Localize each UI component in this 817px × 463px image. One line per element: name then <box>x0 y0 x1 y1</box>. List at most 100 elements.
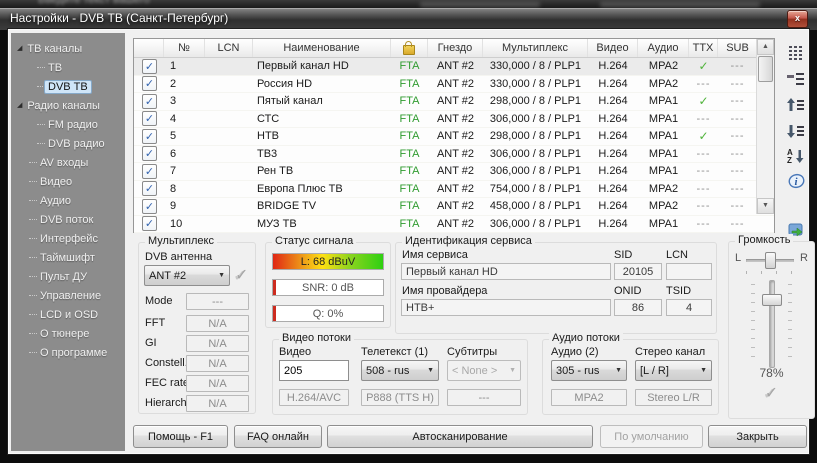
volume-apply-check-icon[interactable]: ✓ <box>729 383 814 403</box>
channel-checkbox[interactable]: ✓ <box>142 76 157 91</box>
sid-label: SID <box>614 249 632 261</box>
cell-video: H.264 <box>588 200 638 212</box>
scroll-down-icon[interactable]: ▼ <box>757 198 774 214</box>
subtitles-select[interactable]: < None > ▼ <box>447 360 521 381</box>
channel-checkbox[interactable]: ✓ <box>142 59 157 74</box>
balance-left-label: L <box>735 252 741 264</box>
channel-info-icon[interactable]: i <box>784 172 808 190</box>
volume-slider-ticks <box>751 284 755 364</box>
sidebar-item-label: DVB радио <box>48 138 105 150</box>
sidebar-item[interactable]: Аудио <box>11 191 125 210</box>
channel-row[interactable]: ✓4СТСFTAANT #2306,000 / 8 / PLP1H.264MPA… <box>134 111 774 129</box>
channel-checkbox[interactable]: ✓ <box>142 129 157 144</box>
channel-row[interactable]: ✓5НТВFTAANT #2298,000 / 8 / PLP1H.264MPA… <box>134 128 774 146</box>
channel-row[interactable]: ✓9BRIDGE TVFTAANT #2458,000 / 8 / PLP1H.… <box>134 198 774 216</box>
sidebar-item[interactable]: ТВ <box>11 58 125 77</box>
sidebar-item-label: DVB ТВ <box>44 80 92 94</box>
antenna-select[interactable]: ANT #2 ▼ <box>144 265 230 286</box>
tree-expander-icon[interactable]: ◢ <box>17 101 22 109</box>
settings-sidebar: ◢ТВ каналыТВ DVB ТВ ◢Радио каналыFM радио D… <box>11 33 125 451</box>
close-window-button[interactable]: x <box>787 10 808 28</box>
tree-expander-icon[interactable]: ◢ <box>17 44 22 52</box>
cell-socket: ANT #2 <box>428 113 483 125</box>
column-audio[interactable]: Аудио <box>638 39 689 57</box>
sidebar-item[interactable]: LCD и OSD <box>11 305 125 324</box>
stereo-select[interactable]: [L / R] ▼ <box>635 360 712 381</box>
sidebar-item[interactable]: ◢Радио каналы <box>11 96 125 115</box>
channel-row[interactable]: ✓3Пятый каналFTAANT #2298,000 / 8 / PLP1… <box>134 93 774 111</box>
column-checkbox[interactable] <box>134 39 164 57</box>
sidebar-item[interactable]: Управление <box>11 286 125 305</box>
audio-select[interactable]: 305 - rus ▼ <box>551 360 627 381</box>
scrollbar-thumb[interactable] <box>758 56 773 82</box>
cell-sub: --- <box>718 95 757 107</box>
sidebar-item[interactable]: AV входы <box>11 153 125 172</box>
column-ttx[interactable]: TTX <box>689 39 718 57</box>
channel-row[interactable]: ✓6ТВ3FTAANT #2306,000 / 8 / PLP1H.264MPA… <box>134 146 774 164</box>
cell-num: 2 <box>164 78 205 90</box>
faq-button[interactable]: FAQ онлайн <box>234 425 322 448</box>
antenna-apply-check-icon[interactable]: ✓ <box>235 265 248 285</box>
channel-table: № LCN Наименование Гнездо Мультиплекс Ви… <box>133 38 775 233</box>
sidebar-item[interactable]: Видео <box>11 172 125 191</box>
cell-mux: 754,000 / 8 / PLP1 <box>483 183 588 195</box>
volume-slider-thumb[interactable] <box>762 294 782 306</box>
move-down-icon[interactable] <box>784 122 808 140</box>
column-video[interactable]: Видео <box>588 39 638 57</box>
cell-num: 7 <box>164 165 205 177</box>
sidebar-item[interactable]: ◢ТВ каналы <box>11 39 125 58</box>
channel-checkbox[interactable]: ✓ <box>142 146 157 161</box>
channel-checkbox[interactable]: ✓ <box>142 216 157 231</box>
move-up-icon[interactable] <box>784 96 808 114</box>
remove-channel-icon[interactable] <box>784 70 808 88</box>
cell-sub: --- <box>718 200 757 212</box>
cell-ttx: --- <box>689 148 718 160</box>
column-sub[interactable]: SUB <box>718 39 757 57</box>
column-lcn[interactable]: LCN <box>205 39 253 57</box>
column-name[interactable]: Наименование <box>253 39 391 57</box>
channel-checkbox[interactable]: ✓ <box>142 181 157 196</box>
channel-list-icon[interactable] <box>784 44 808 62</box>
sidebar-item[interactable]: DVB радио <box>11 134 125 153</box>
sidebar-item[interactable]: FM радио <box>11 115 125 134</box>
close-button[interactable]: Закрыть <box>708 425 807 448</box>
autoscan-button[interactable]: Автосканирование <box>327 425 593 448</box>
column-num[interactable]: № <box>164 39 205 57</box>
help-button[interactable]: Помощь - F1 <box>133 425 228 448</box>
sidebar-item[interactable]: О программе <box>11 343 125 362</box>
sort-az-icon[interactable]: A Z <box>784 147 808 165</box>
cell-socket: ANT #2 <box>428 78 483 90</box>
video-pid-input[interactable] <box>279 360 349 381</box>
scroll-up-icon[interactable]: ▲ <box>757 39 774 55</box>
channel-row[interactable]: ✓8Европа Плюс ТВFTAANT #2754,000 / 8 / P… <box>134 181 774 199</box>
sidebar-item[interactable]: О тюнере <box>11 324 125 343</box>
table-scrollbar[interactable]: ▲ ▼ <box>756 39 774 214</box>
column-mux[interactable]: Мультиплекс <box>483 39 588 57</box>
channel-checkbox[interactable]: ✓ <box>142 199 157 214</box>
antenna-select-value: ANT #2 <box>149 270 186 282</box>
column-lock[interactable] <box>391 39 428 57</box>
sidebar-item[interactable]: Таймшифт <box>11 248 125 267</box>
teletext-select[interactable]: 508 - rus ▼ <box>361 360 439 381</box>
column-socket[interactable]: Гнездо <box>428 39 483 57</box>
sidebar-item[interactable]: Интерфейс <box>11 229 125 248</box>
antenna-label: DVB антенна <box>145 251 212 263</box>
channel-row[interactable]: ✓10МУЗ ТВFTAANT #2306,000 / 8 / PLP1H.26… <box>134 216 774 234</box>
channel-checkbox[interactable]: ✓ <box>142 94 157 109</box>
sidebar-item[interactable]: Пульт ДУ <box>11 267 125 286</box>
sidebar-item[interactable]: DVB ТВ <box>11 77 125 96</box>
multiplex-group: Мультиплекс DVB антенна ANT #2 ▼ ✓ Mode-… <box>138 242 256 414</box>
sidebar-item[interactable]: DVB поток <box>11 210 125 229</box>
chevron-down-icon: ▼ <box>615 367 622 374</box>
channel-row[interactable]: ✓7Рен ТВFTAANT #2306,000 / 8 / PLP1H.264… <box>134 163 774 181</box>
channel-row[interactable]: ✓2Россия HDFTAANT #2330,000 / 8 / PLP1H.… <box>134 76 774 94</box>
sidebar-item-label: Управление <box>40 290 101 302</box>
cell-access: FTA <box>391 113 428 125</box>
teletext-label: Телетекст (1) <box>361 346 428 358</box>
cell-num: 8 <box>164 183 205 195</box>
title-bar[interactable]: Настройки - DVB ТВ (Санкт-Петербург) x <box>0 8 817 30</box>
channel-row[interactable]: ✓1Первый канал HDFTAANT #2330,000 / 8 / … <box>134 58 774 76</box>
channel-checkbox[interactable]: ✓ <box>142 164 157 179</box>
balance-slider-thumb[interactable] <box>765 252 776 269</box>
channel-checkbox[interactable]: ✓ <box>142 111 157 126</box>
